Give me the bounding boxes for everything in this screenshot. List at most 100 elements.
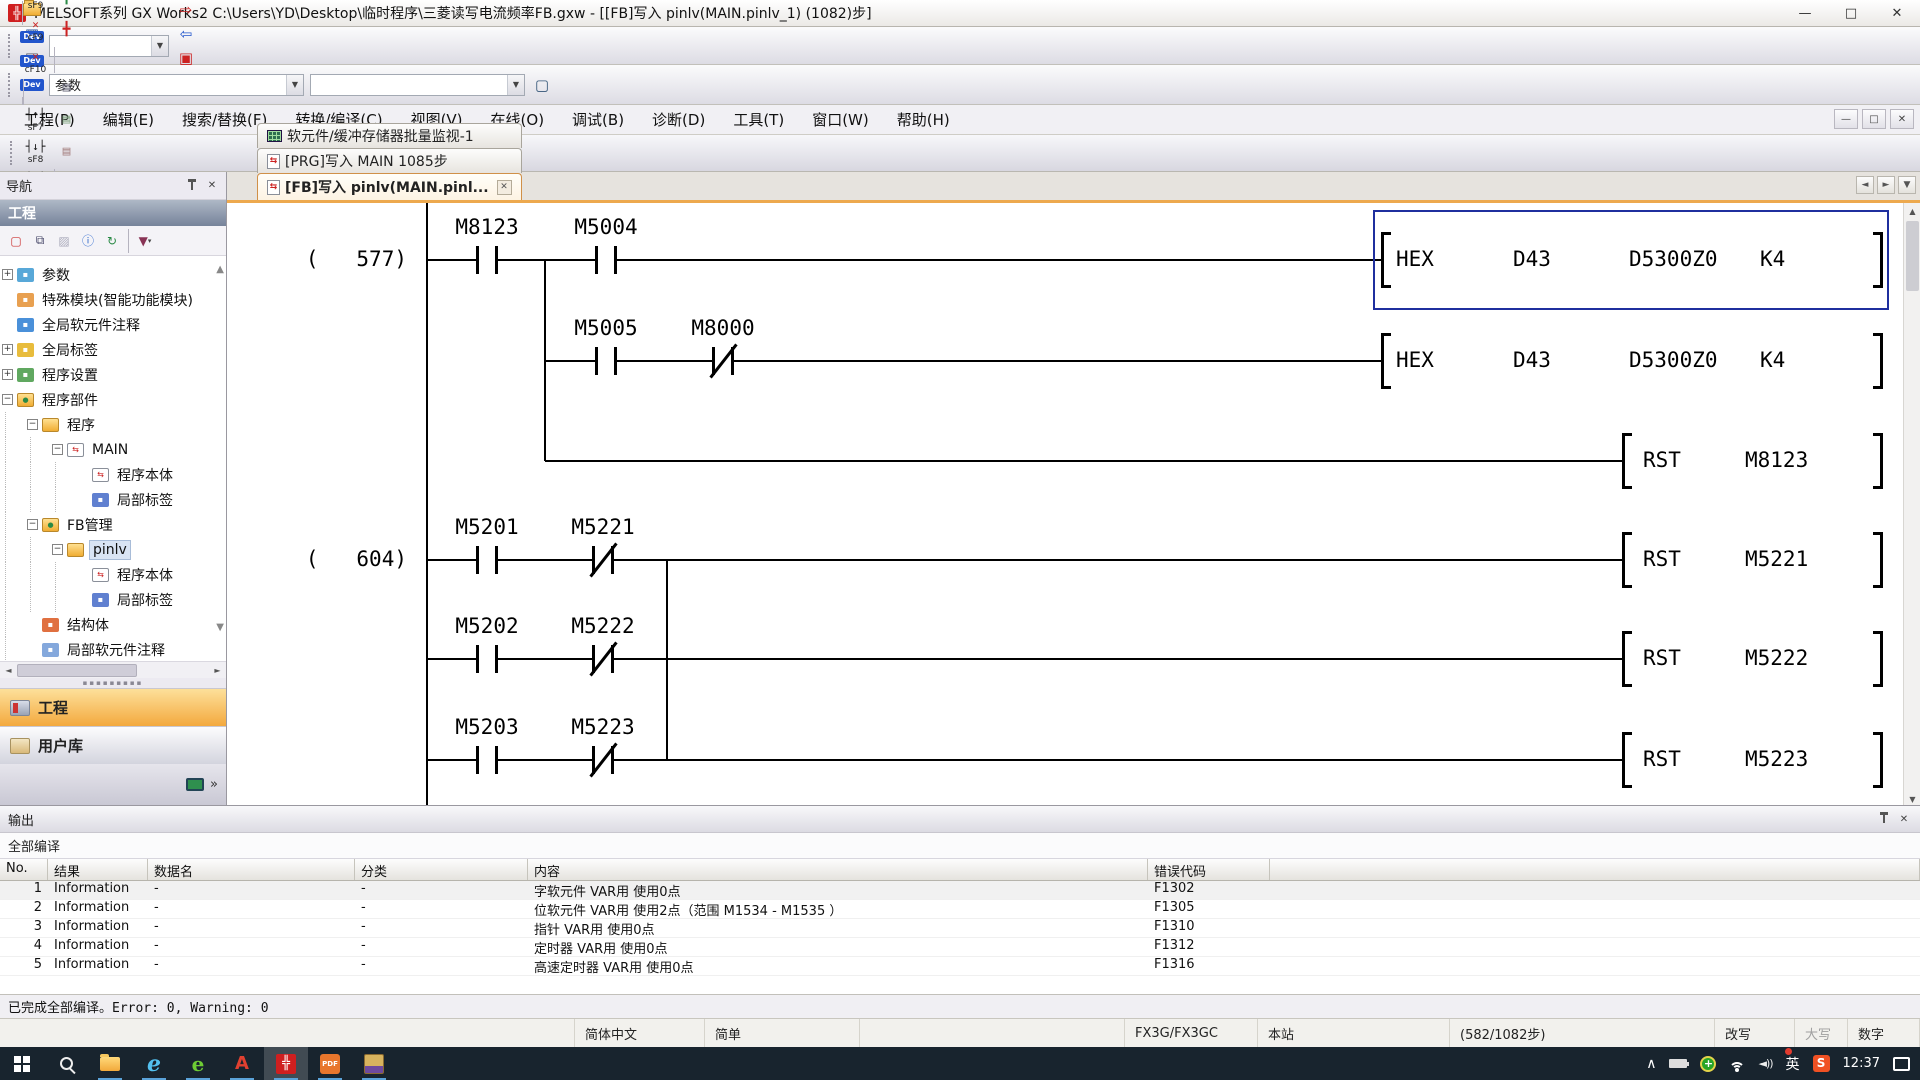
- no-contact[interactable]: [495, 546, 498, 574]
- tree-item-结构体[interactable]: ▪结构体: [0, 612, 226, 637]
- scrollbar-thumb[interactable]: [1906, 221, 1919, 291]
- notification-center-icon[interactable]: [1893, 1057, 1910, 1071]
- sogou-icon[interactable]: S: [1813, 1055, 1830, 1072]
- column-header[interactable]: 结果: [48, 859, 148, 880]
- tree-item-全局标签[interactable]: +▪全局标签: [0, 337, 226, 362]
- no-contact[interactable]: [476, 645, 479, 673]
- chevron-down-icon[interactable]: ▼: [286, 75, 303, 95]
- tree-item-参数[interactable]: +▪参数: [0, 262, 226, 287]
- gx-works2-icon[interactable]: ╬: [264, 1047, 308, 1080]
- table-row[interactable]: 5Information--高速定时器 VAR用 使用0点F1316: [0, 957, 1920, 976]
- chevron-down-icon[interactable]: ▼: [151, 36, 168, 56]
- tree-item-程序[interactable]: −程序: [0, 412, 226, 437]
- instruction-text[interactable]: RST: [1643, 448, 1681, 472]
- instruction-text[interactable]: D5300Z0: [1629, 348, 1718, 372]
- nav-horizontal-scrollbar[interactable]: ◄ ►: [0, 661, 226, 678]
- scroll-right-icon[interactable]: ►: [209, 663, 226, 678]
- wifi-icon[interactable]: [1729, 1058, 1745, 1070]
- mdi-minimize-button[interactable]: —: [1834, 109, 1858, 129]
- tab-scroll-right-icon[interactable]: ►: [1877, 176, 1895, 194]
- no-contact[interactable]: [476, 246, 479, 274]
- comment-edit-icon[interactable]: ▤: [51, 73, 82, 105]
- nav-paste-icon[interactable]: ▨: [53, 231, 75, 251]
- nav-filter-icon[interactable]: ▼▾: [134, 231, 156, 251]
- tree-item-特殊模块(智能功能模块)[interactable]: ▪特殊模块(智能功能模块): [0, 287, 226, 312]
- no-contact[interactable]: [614, 347, 617, 375]
- delete-connect-line-icon[interactable]: ╋: [51, 15, 82, 47]
- close-icon[interactable]: ✕: [204, 178, 220, 194]
- column-header[interactable]: 内容: [528, 859, 1148, 880]
- tree-item-程序部件[interactable]: −●程序部件: [0, 387, 226, 412]
- file-explorer-icon[interactable]: [88, 1047, 132, 1080]
- menu-item[interactable]: 窗口(W): [798, 107, 883, 133]
- note-edit-icon[interactable]: ▤: [51, 137, 82, 169]
- instruction-text[interactable]: RST: [1643, 646, 1681, 670]
- document-tab[interactable]: 软元件/缓冲存储器批量监视-1: [257, 123, 522, 148]
- tree-item-程序本体[interactable]: ⇆程序本体: [0, 562, 226, 587]
- collapse-icon[interactable]: −: [52, 444, 63, 455]
- tray-chevron-icon[interactable]: ∧: [1646, 1056, 1656, 1072]
- expand-icon[interactable]: +: [2, 369, 13, 380]
- instruction-text[interactable]: RST: [1643, 547, 1681, 571]
- collapse-icon[interactable]: −: [2, 394, 13, 405]
- no-contact[interactable]: [614, 246, 617, 274]
- statement-edit-icon[interactable]: ▤: [51, 105, 82, 137]
- pin-icon[interactable]: [1876, 811, 1892, 827]
- menu-item[interactable]: 帮助(H): [883, 107, 964, 133]
- fnkey-sF7-button[interactable]: ┤↑├sF7: [20, 105, 51, 137]
- close-button[interactable]: ✕: [1874, 0, 1920, 27]
- internet-explorer-icon[interactable]: e: [132, 1047, 176, 1080]
- table-row[interactable]: 3Information--指针 VAR用 使用0点F1310: [0, 919, 1920, 938]
- nav-project-button[interactable]: 工程: [0, 688, 226, 726]
- tree-item-局部标签[interactable]: ▪局部标签: [0, 587, 226, 612]
- more-buttons-icon[interactable]: »: [210, 777, 218, 792]
- menu-item[interactable]: 调试(B): [558, 107, 638, 133]
- volume-icon[interactable]: ◄)): [1758, 1057, 1772, 1070]
- fnkey-cF10-button[interactable]: ✕cF10: [20, 47, 51, 79]
- scroll-down-icon[interactable]: ▼: [216, 622, 224, 633]
- collapse-icon[interactable]: −: [27, 519, 38, 530]
- scroll-up-icon[interactable]: ▲: [216, 264, 224, 275]
- instruction-text[interactable]: M8123: [1745, 448, 1808, 472]
- ladder-vertical-scrollbar[interactable]: ▲ ▼: [1903, 203, 1920, 805]
- browser-icon[interactable]: e: [176, 1047, 220, 1080]
- tab-list-icon[interactable]: ▼: [1898, 176, 1916, 194]
- instruction-text[interactable]: RST: [1643, 747, 1681, 771]
- nav-userlib-button[interactable]: 用户库: [0, 726, 226, 764]
- table-row[interactable]: 1Information--字软元件 VAR用 使用0点F1302: [0, 881, 1920, 900]
- expand-icon[interactable]: +: [2, 269, 13, 280]
- instruction-text[interactable]: D43: [1513, 348, 1551, 372]
- tab-close-icon[interactable]: ✕: [497, 180, 512, 195]
- close-icon[interactable]: ✕: [1896, 811, 1912, 827]
- winrar-icon[interactable]: [352, 1047, 396, 1080]
- no-contact[interactable]: [495, 746, 498, 774]
- collapse-icon[interactable]: −: [52, 544, 63, 555]
- scroll-up-icon[interactable]: ▲: [1904, 203, 1920, 220]
- scroll-down-icon[interactable]: ▼: [1904, 791, 1920, 805]
- column-header[interactable]: 错误代码: [1148, 859, 1270, 880]
- tab-scroll-left-icon[interactable]: ◄: [1856, 176, 1874, 194]
- tree-item-程序本体[interactable]: ⇆程序本体: [0, 462, 226, 487]
- expand-icon[interactable]: +: [2, 344, 13, 355]
- tree-item-局部标签[interactable]: ▪局部标签: [0, 487, 226, 512]
- instruction-text[interactable]: M5223: [1745, 747, 1808, 771]
- instruction-text[interactable]: M5221: [1745, 547, 1808, 571]
- mdi-close-button[interactable]: ✕: [1890, 109, 1914, 129]
- no-contact[interactable]: [476, 746, 479, 774]
- maximize-button[interactable]: □: [1828, 0, 1874, 27]
- write-to-plc-icon[interactable]: ⇨: [173, 0, 199, 22]
- no-contact[interactable]: [495, 246, 498, 274]
- nav-refresh-icon[interactable]: ↻: [101, 231, 123, 251]
- menu-item[interactable]: 诊断(D): [638, 107, 719, 133]
- minimize-button[interactable]: —: [1782, 0, 1828, 27]
- instruction-text[interactable]: M5222: [1745, 646, 1808, 670]
- taskbar-clock[interactable]: 12:37: [1843, 1056, 1880, 1071]
- column-header[interactable]: No.: [0, 859, 48, 880]
- start-button[interactable]: [0, 1047, 44, 1080]
- fnkey-sF8-button[interactable]: ┤↓├sF8: [20, 137, 51, 169]
- document-tab[interactable]: ⇆[PRG]写入 MAIN 1085步: [257, 148, 522, 173]
- autocad-icon[interactable]: A: [220, 1047, 264, 1080]
- ime-indicator[interactable]: 英: [1786, 1054, 1800, 1074]
- collapse-icon[interactable]: −: [27, 419, 38, 430]
- nav-copy-icon[interactable]: ⧉: [29, 231, 51, 251]
